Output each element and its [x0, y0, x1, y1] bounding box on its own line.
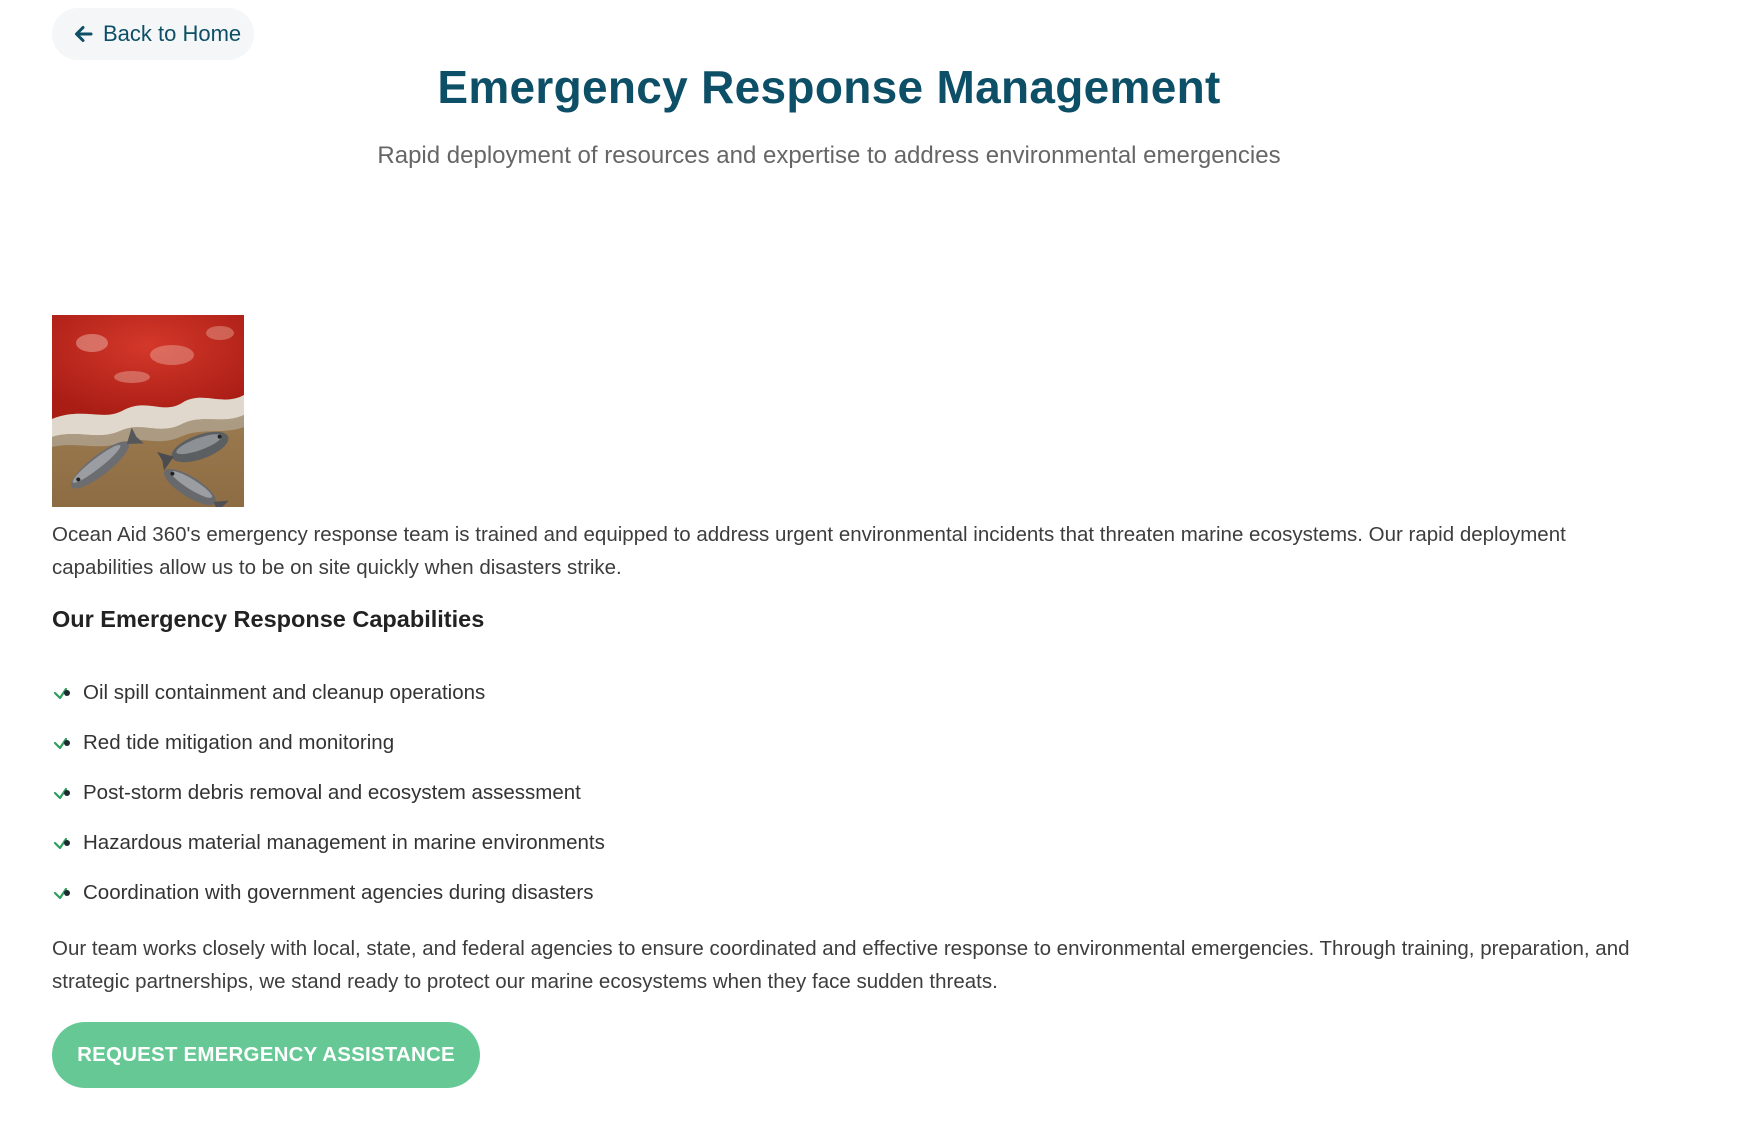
list-item: Hazardous material management in marine … [52, 818, 605, 868]
capability-label: Coordination with government agencies du… [83, 881, 594, 904]
back-to-home-button[interactable]: Back to Home [52, 8, 254, 60]
check-icon [52, 832, 74, 854]
page: Back to Home Emergency Response Manageme… [0, 0, 1750, 1145]
page-subtitle: Rapid deployment of resources and expert… [377, 142, 1281, 169]
page-title: Emergency Response Management [437, 61, 1221, 113]
capability-label: Hazardous material management in marine … [83, 831, 605, 854]
check-icon [52, 732, 74, 754]
capability-label: Red tide mitigation and monitoring [83, 731, 395, 754]
list-item: Post-storm debris removal and ecosystem … [52, 768, 605, 818]
list-item: Red tide mitigation and monitoring [52, 718, 605, 768]
intro-paragraph: Ocean Aid 360's emergency response team … [52, 523, 1566, 579]
capabilities-heading: Our Emergency Response Capabilities [52, 606, 485, 632]
request-emergency-assistance-button[interactable]: REQUEST EMERGENCY ASSISTANCE [52, 1022, 480, 1088]
arrow-left-icon [72, 23, 94, 45]
red-tide-image [52, 315, 244, 507]
closing-paragraph: Our team works closely with local, state… [52, 937, 1630, 993]
check-icon [52, 782, 74, 804]
check-icon [52, 882, 74, 904]
list-item: Coordination with government agencies du… [52, 868, 605, 918]
capability-label: Post-storm debris removal and ecosystem … [83, 781, 581, 804]
back-button-label: Back to Home [103, 21, 242, 46]
capability-list: Oil spill containment and cleanup operat… [52, 668, 605, 918]
list-item: Oil spill containment and cleanup operat… [52, 668, 605, 718]
check-icon [52, 682, 74, 704]
capability-label: Oil spill containment and cleanup operat… [83, 681, 486, 704]
